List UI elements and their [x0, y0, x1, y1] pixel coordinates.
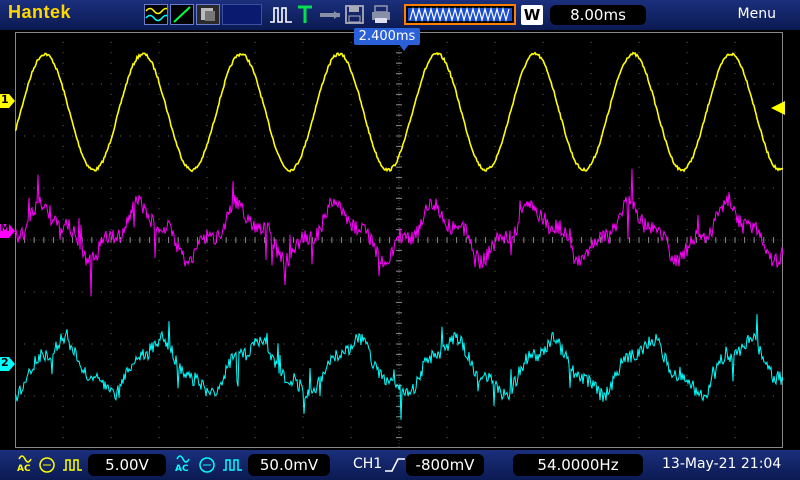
frequency-readout: 54.0000Hz [513, 454, 643, 476]
trigger-position-label: 2.400ms [354, 28, 420, 45]
ch2-trace [15, 314, 783, 420]
ch1-scale-value[interactable]: 5.00V [88, 454, 166, 476]
ch2-invert-icon [223, 459, 242, 471]
blank-status-box [222, 4, 262, 25]
trigger-position-marker[interactable] [398, 43, 410, 51]
datetime-readout: 13-May-21 21:04 [662, 456, 782, 472]
trigger-source-label[interactable]: CH1 [353, 456, 382, 472]
ch2-marker[interactable]: 2 [0, 356, 15, 371]
ch2-marker-label: 2 [1, 356, 9, 369]
line-icon[interactable] [170, 4, 194, 25]
brand-logo: Hantek [8, 2, 72, 22]
ch1-trace [15, 51, 783, 173]
ch1-bandwidth-icon [39, 457, 55, 473]
ch2-ac-coupling-icon [176, 455, 190, 463]
trigger-t-icon[interactable] [296, 4, 314, 25]
bottom-bar: AC 5.00V AC 50.0mV CH1 -800mV 54.0000Hz … [0, 450, 800, 480]
math-marker[interactable]: M [0, 223, 15, 238]
ch2-scale-value[interactable]: 50.0mV [248, 454, 330, 476]
ch1-marker[interactable]: 1 [0, 93, 15, 108]
trigger-mode-badge[interactable]: W [521, 5, 543, 25]
ch2-bandwidth-icon [199, 457, 215, 473]
menu-button[interactable]: Menu [738, 6, 776, 22]
top-bar: Hantek W 8.00ms Menu [0, 0, 800, 30]
save-icon[interactable] [344, 4, 366, 25]
math-trace [15, 168, 783, 297]
waveform-traces [15, 51, 783, 420]
ch2-coupling-label: AC [175, 464, 189, 474]
pulse-icon[interactable] [268, 4, 294, 25]
rising-edge-icon[interactable] [384, 456, 406, 474]
waveform-icon[interactable] [144, 4, 168, 25]
waveform-display [15, 32, 783, 448]
ch1-coupling-label: AC [17, 464, 31, 474]
timebase-value[interactable]: 8.00ms [550, 5, 646, 25]
trigger-level-marker[interactable] [771, 101, 785, 115]
ch1-marker-label: 1 [1, 93, 9, 106]
memory-depth-indicator[interactable] [404, 4, 516, 25]
math-marker-label: M [0, 223, 10, 234]
ch1-invert-icon [63, 459, 82, 471]
printer-icon[interactable] [370, 4, 392, 25]
ch1-ac-coupling-icon [18, 455, 32, 463]
probe-icon[interactable] [318, 4, 342, 25]
trigger-level-value[interactable]: -800mV [406, 454, 484, 476]
persistence-icon[interactable] [196, 4, 220, 25]
